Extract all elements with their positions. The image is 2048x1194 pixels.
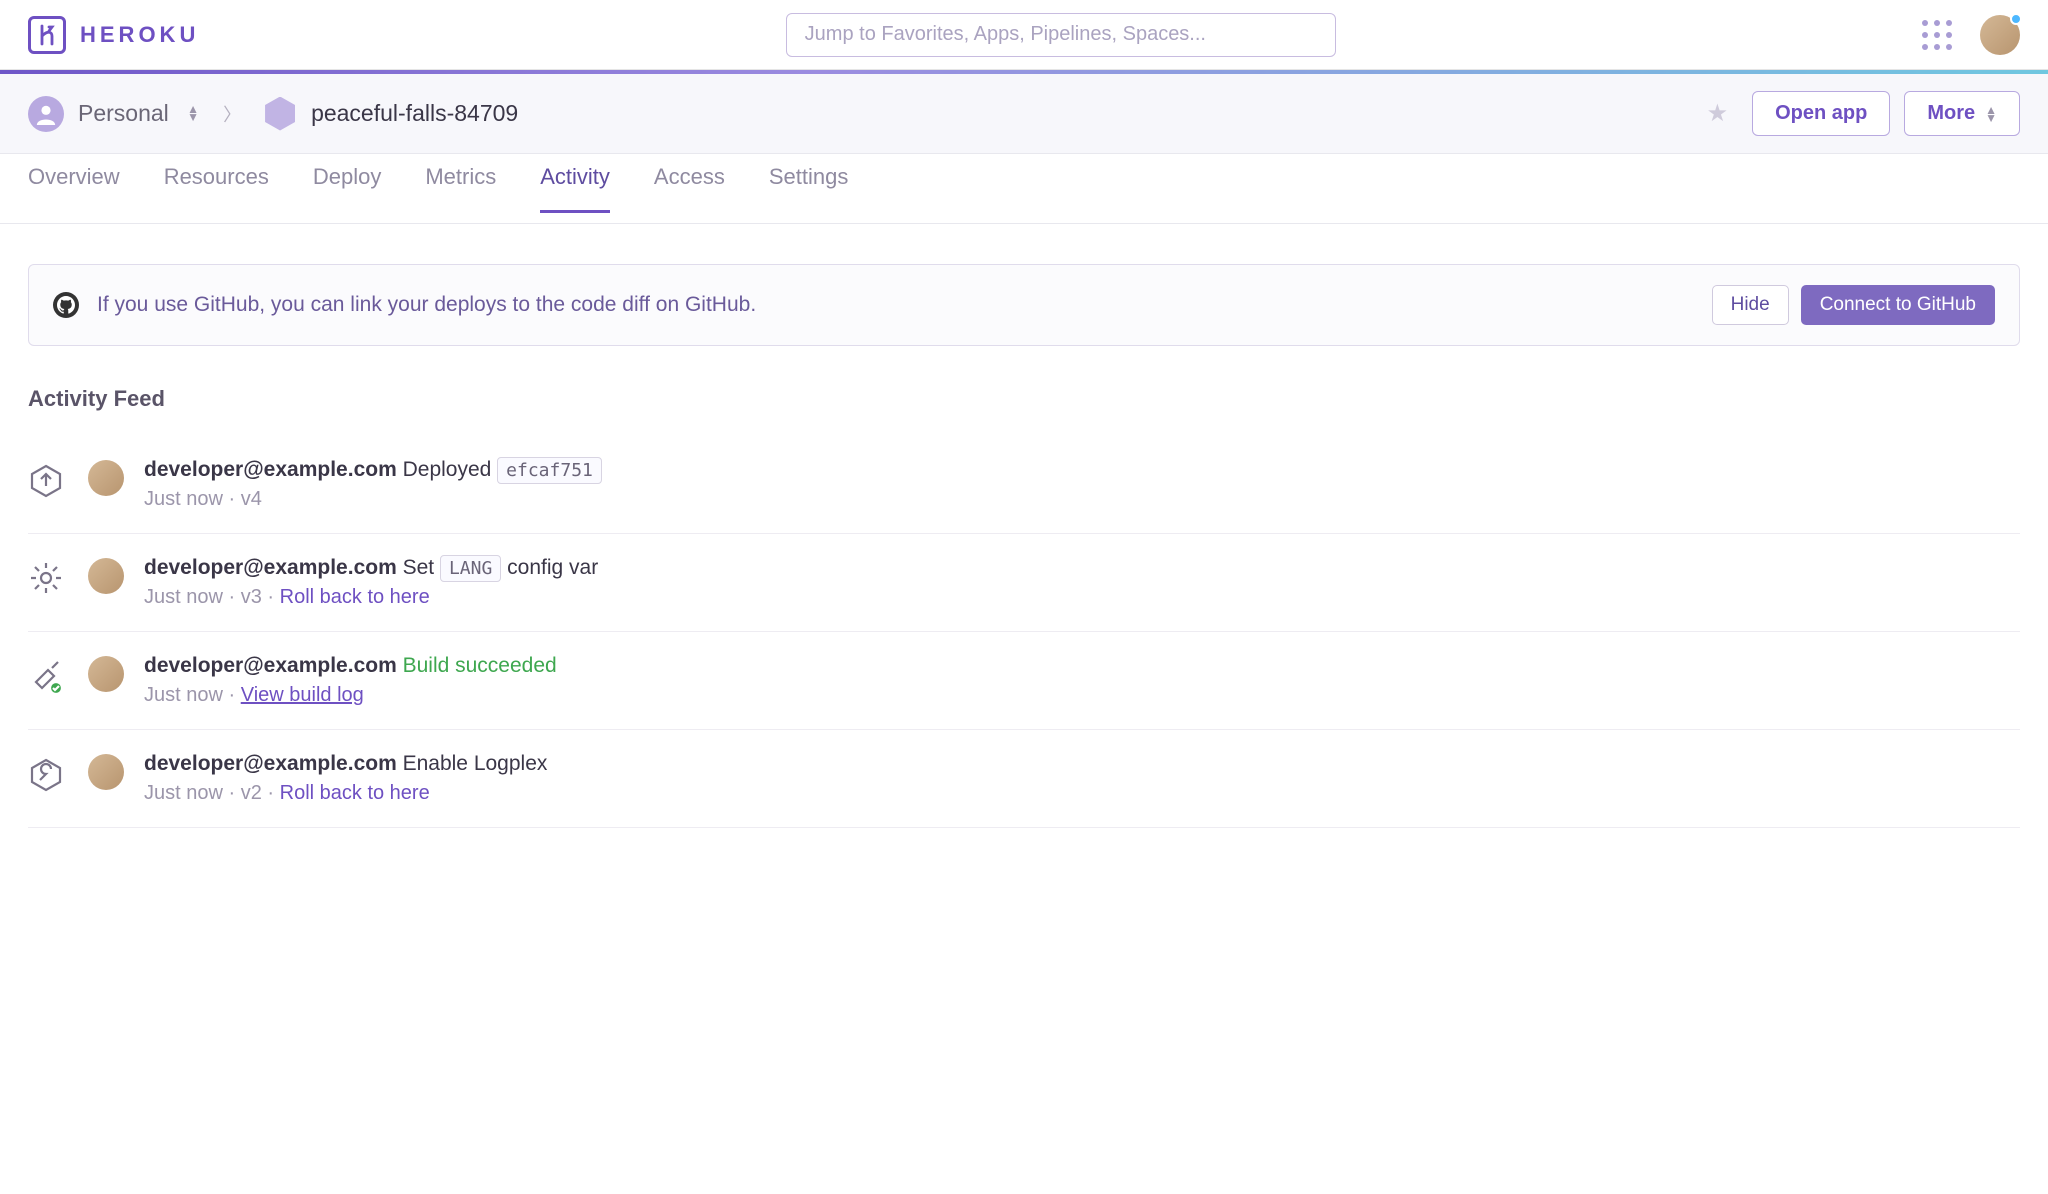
tab-metrics[interactable]: Metrics bbox=[425, 164, 496, 213]
action-suffix: config var bbox=[507, 556, 598, 579]
action-text: Deployed bbox=[403, 458, 492, 481]
user-avatar[interactable] bbox=[1980, 15, 2020, 55]
timestamp: Just now bbox=[144, 586, 223, 608]
team-name: Personal bbox=[78, 100, 169, 126]
rollback-link[interactable]: Roll back to here bbox=[280, 782, 430, 804]
search-input[interactable] bbox=[786, 13, 1336, 57]
actor-email: developer@example.com bbox=[144, 458, 397, 481]
timestamp: Just now bbox=[144, 488, 223, 510]
activity-item: developer@example.com Build succeeded Ju… bbox=[28, 632, 2020, 730]
activity-title: developer@example.com Build succeeded bbox=[144, 654, 2020, 678]
activity-item: developer@example.com Set LANG config va… bbox=[28, 534, 2020, 632]
build-icon bbox=[28, 654, 88, 694]
avatar bbox=[88, 656, 124, 692]
version-label: v3 bbox=[241, 586, 262, 608]
activity-meta: Just now · v4 bbox=[144, 488, 2020, 511]
tab-activity[interactable]: Activity bbox=[540, 164, 610, 213]
activity-item: developer@example.com Deployed efcaf751 … bbox=[28, 436, 2020, 534]
github-banner: If you use GitHub, you can link your dep… bbox=[28, 264, 2020, 346]
tab-settings[interactable]: Settings bbox=[769, 164, 849, 213]
avatar bbox=[88, 754, 124, 790]
timestamp: Just now bbox=[144, 782, 223, 804]
activity-title: developer@example.com Enable Logplex bbox=[144, 752, 2020, 776]
team-selector[interactable]: Personal ▲▼ bbox=[78, 100, 199, 127]
actor-email: developer@example.com bbox=[144, 752, 397, 775]
activity-meta: Just now · v2 · Roll back to here bbox=[144, 782, 2020, 805]
more-button[interactable]: More ▲▼ bbox=[1904, 91, 2020, 136]
activity-feed-heading: Activity Feed bbox=[28, 386, 2020, 412]
actor-email: developer@example.com bbox=[144, 556, 397, 579]
breadcrumb-separator-icon: 〉 bbox=[223, 101, 241, 127]
activity-item: developer@example.com Enable Logplex Jus… bbox=[28, 730, 2020, 828]
banner-text: If you use GitHub, you can link your dep… bbox=[97, 293, 1712, 317]
avatar bbox=[88, 460, 124, 496]
gear-icon bbox=[28, 556, 88, 596]
chevron-updown-icon: ▲▼ bbox=[187, 105, 199, 121]
heroku-logo[interactable]: HEROKU bbox=[28, 16, 199, 54]
hide-banner-button[interactable]: Hide bbox=[1712, 285, 1789, 325]
tab-resources[interactable]: Resources bbox=[164, 164, 269, 213]
content: If you use GitHub, you can link your dep… bbox=[0, 224, 2048, 868]
github-icon bbox=[53, 292, 79, 318]
config-chip: LANG bbox=[440, 555, 501, 582]
action-text: Set bbox=[403, 556, 435, 579]
actor-email: developer@example.com bbox=[144, 654, 397, 677]
app-switcher-icon[interactable] bbox=[1922, 20, 1952, 50]
status-text: Build succeeded bbox=[403, 654, 557, 677]
deploy-icon bbox=[28, 458, 88, 498]
notification-dot-icon bbox=[2010, 13, 2022, 25]
rollback-link[interactable]: Roll back to here bbox=[280, 586, 430, 608]
activity-title: developer@example.com Set LANG config va… bbox=[144, 556, 2020, 580]
topbar: HEROKU bbox=[0, 0, 2048, 70]
tab-deploy[interactable]: Deploy bbox=[313, 164, 381, 213]
search-wrap bbox=[199, 13, 1922, 57]
version-label: v2 bbox=[241, 782, 262, 804]
team-avatar-icon bbox=[28, 96, 64, 132]
action-text: Enable Logplex bbox=[403, 752, 548, 775]
activity-title: developer@example.com Deployed efcaf751 bbox=[144, 458, 2020, 482]
commit-chip[interactable]: efcaf751 bbox=[497, 457, 602, 484]
wrench-icon bbox=[28, 752, 88, 792]
breadcrumb: Personal ▲▼ 〉 peaceful-falls-84709 ★ Ope… bbox=[0, 74, 2048, 154]
connect-github-button[interactable]: Connect to GitHub bbox=[1801, 285, 1995, 325]
activity-meta: Just now · v3 · Roll back to here bbox=[144, 586, 2020, 609]
timestamp: Just now bbox=[144, 684, 223, 706]
tab-access[interactable]: Access bbox=[654, 164, 725, 213]
more-label: More bbox=[1927, 102, 1975, 125]
avatar bbox=[88, 558, 124, 594]
app-name[interactable]: peaceful-falls-84709 bbox=[311, 100, 518, 127]
brand-text: HEROKU bbox=[80, 22, 199, 48]
favorite-star-icon[interactable]: ★ bbox=[1707, 99, 1729, 128]
tabs: Overview Resources Deploy Metrics Activi… bbox=[0, 154, 2048, 224]
activity-meta: Just now · View build log bbox=[144, 684, 2020, 707]
open-app-button[interactable]: Open app bbox=[1752, 91, 1890, 136]
version-label: v4 bbox=[241, 488, 262, 510]
view-build-log-link[interactable]: View build log bbox=[241, 684, 364, 706]
chevron-updown-icon: ▲▼ bbox=[1985, 106, 1997, 122]
heroku-logo-icon bbox=[28, 16, 66, 54]
tab-overview[interactable]: Overview bbox=[28, 164, 120, 213]
app-hexagon-icon bbox=[265, 97, 295, 131]
